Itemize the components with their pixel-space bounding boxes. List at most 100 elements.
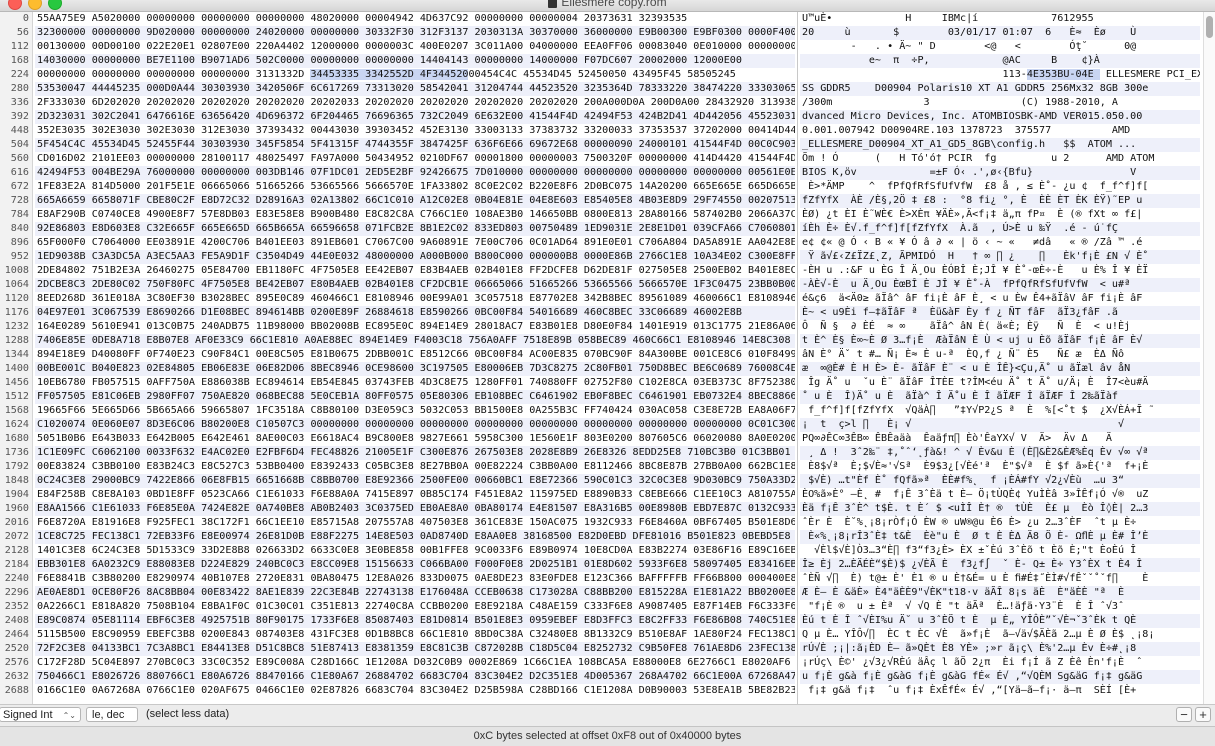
ascii-row[interactable]: t È^ È§ È∞~È Ø 3…f¡È ÆàÏâN È Ù < uj u Èõ… <box>800 334 1200 348</box>
hex-pane[interactable]: 55AA75E9 A5020000 00000000 00000000 0000… <box>35 12 795 704</box>
hex-row[interactable]: 65F000F0 C7064000 EE03891E 4200C706 B401… <box>35 236 795 250</box>
ascii-row[interactable]: Èä f¡Ê 3ˆÈ^ t$È. t È´ $ <uÌÎ È† ® tÙÈ È£… <box>800 502 1200 516</box>
hex-row[interactable]: 1C1E09FC C6062100 0033F632 E4AC02E0 E2FB… <box>35 446 795 460</box>
ascii-row[interactable]: u f¡È g&à f¡È g&àG f¡È g&àG fÉ« É√ ‚“√QÈ… <box>800 670 1200 684</box>
ascii-row[interactable]: È8$√ª È;$√È≈'√Sª È9$3¿[√Èé'ª È"$√ª È $f … <box>800 460 1200 474</box>
hex-row[interactable]: 750466C1 E8026726 880766C1 E80A6726 8847… <box>35 670 795 684</box>
ascii-row[interactable]: Õm ! Ó ( H Tó'ó† PCIR fg u 2 AMD ATOM <box>800 152 1200 166</box>
selected-bytes[interactable]: 34453335 3342552D 4F344520 <box>310 69 469 80</box>
hex-row[interactable]: 7406E85E 0DE8A718 E8B07E8 AF0E33C9 66C1E… <box>35 334 795 348</box>
ascii-row[interactable]: ¡ t ç>l ∏ È¡ √ √ <box>800 418 1200 432</box>
hex-row[interactable]: 352E3035 302E3030 302E3030 312E3030 3739… <box>35 124 795 138</box>
hex-row[interactable]: E8AA1566 C1E61033 F6E85E0A 7424E82E 0A74… <box>35 502 795 516</box>
hex-row[interactable]: 1CE8C725 FEC138C1 72EB33F6 E8E00974 26E8… <box>35 530 795 544</box>
hex-row[interactable]: C172F28D 5C04E897 270BC0C3 33C0C352 E89C… <box>35 656 795 670</box>
ascii-row[interactable]: È>*ÄMP ^ fPfQfRfSfUfVfW £8 å , ≤ È˚- ¿u … <box>800 180 1200 194</box>
ascii-row[interactable]: fZfYfX ÀÈ /È§,2Ö ‡ £8 : °8 fi¿ °, È ÈÈ È… <box>800 194 1200 208</box>
ascii-row[interactable]: -ÈH u .:&F u ÈG Î Ä¸Ou ÈÓBÎ È;JÎ ¥ È˚-œÈ… <box>800 264 1200 278</box>
ascii-row[interactable]: -ÀÈ√-È u Ä¸Ou ÈœBÎ È JÎ ¥ È˚-À fPfQfRfSf… <box>800 278 1200 292</box>
hex-row[interactable]: 0166C1E0 0A67268A 0766C1E0 020AF675 0466… <box>35 684 795 698</box>
hex-row[interactable]: FF057505 E81C06EB 2980FF07 750AE820 068B… <box>35 390 795 404</box>
hex-row[interactable]: C1020074 0E060E07 8D3E6C06 B80200E8 C105… <box>35 418 795 432</box>
ascii-row[interactable]: Îg Ä˚ u ˇu È¨ ãÏâF ÎTÈE t?ÎM<éu Ä˚ t Ä˚ … <box>800 376 1200 390</box>
hex-row[interactable]: E8AF290B C0740CE8 4900E8F7 57E8DB03 E83E… <box>35 208 795 222</box>
hex-row[interactable]: 55AA75E9 A5020000 00000000 00000000 0000… <box>35 12 795 26</box>
hex-row[interactable]: 0A2266C1 E818A820 7508B104 E8BA1F0C 01C3… <box>35 600 795 614</box>
hex-row[interactable]: AE0AE8D1 0CE80F26 8AC8BB04 00E83422 8AE1… <box>35 586 795 600</box>
ascii-row[interactable]: 20 ù $ 03/01/17 01:07 6 È≈ Èø Ù <box>800 26 1200 40</box>
ascii-row[interactable]: - . • Ä~ " D <@ < Óţ˘ 0@ <box>800 40 1200 54</box>
ascii-row[interactable]: ¸ Δ ! 3ˆ2‰¨ ‡‚˚ˆ‘˛ƒà&! ^ √ Èv&u È (È∏&È2… <box>800 446 1200 460</box>
ascii-row[interactable]: ˆÈÑ √∏ È) t@± È' È1 ® u È†&É= u È ﬁ#É‡˝È… <box>800 572 1200 586</box>
hex-row[interactable]: 894E18E9 D40080FF 0F740E23 C90F84C1 00E8… <box>35 348 795 362</box>
remove-inspector-button[interactable]: − <box>1176 707 1192 722</box>
ascii-row[interactable]: È«%˛¡8¡rÎ3ˆÈ‡ t&È Èè"u È Ø t È ÈΔ Ä8 Ö È… <box>800 530 1200 544</box>
hex-row[interactable]: F6E8720A E81916E8 F925FEC1 38C172F1 66C1… <box>35 516 795 530</box>
hex-row[interactable]: 42494F53 004BE29A 76000000 00000000 003D… <box>35 166 795 180</box>
endianness-button[interactable]: le, dec <box>86 707 138 722</box>
ascii-row[interactable]: ÈØ) ¿t ÈI È˜WÈ€ È>XÈπ ¥ÄÈ»,Ä<f¡‡ ä„π fP¤… <box>800 208 1200 222</box>
ascii-row[interactable]: ÈO%ã»È° —È˛ # f¡Ê 3ˆÈä t È— Ö¡tÙQÈ¢ YuÌÈ… <box>800 488 1200 502</box>
hex-row[interactable]: 14030000 00000000 BE7E1100 B9071AD6 502C… <box>35 54 795 68</box>
ascii-row[interactable]: e¢ ¢« @ Ó ‹ B « ¥ Ó â ∂ « | ö ‹ ~ « ≠dâ … <box>800 236 1200 250</box>
ascii-row[interactable]: PQ∞∂ÊC∞3ÊB∞ ÊBÊaäà Êaäƒπ∏ Èò'ÊaYX√ V Ä> … <box>800 432 1200 446</box>
hex-row[interactable]: 2D323031 302C2041 6476616E 63656420 4D69… <box>35 110 795 124</box>
ascii-row[interactable]: $√È) …t"Èf È˚ fQfã»ª ÈÈ#f%˛ f ¡ÈÁ#fY √2¿… <box>800 474 1200 488</box>
ascii-row[interactable]: _ELLESMERE_D00904_XT_A1_GD5_8GB\config.h… <box>800 138 1200 152</box>
hex-row[interactable]: 5115B500 E8C90959 EBEFC3B8 0200E843 0874… <box>35 628 795 642</box>
ascii-row[interactable]: f¡‡ g&ä f¡‡ ˆu f¡‡ ÈxÊfÉ« É√ ‚“[Yä–ã—f¡·… <box>800 684 1200 698</box>
hex-row[interactable]: 1401C3E8 6C24C3E8 5D1533C9 33D2E8B8 0266… <box>35 544 795 558</box>
hex-row[interactable]: 5051B0B6 E643B033 E642B005 E642E461 8AE0… <box>35 432 795 446</box>
hex-row[interactable]: 0C24C3E8 29000BC9 7422E866 06E8FB15 6651… <box>35 474 795 488</box>
ascii-row[interactable]: rÚ√È ;¡|:ã¡ÈD È— ã»QÈt È8 YÈ» ;»r ã¡ç\ È… <box>800 642 1200 656</box>
ascii-row[interactable]: Æ È— È &äÈ» È4"äÈÈ9"√ÈK"t18·v äÃÎ 8¡s äÈ… <box>800 586 1200 600</box>
ascii-row[interactable]: f_f^f]f[fZfYfX √QäÀ∏ ”‡Y√P2¿S ª È %[<˚t … <box>800 404 1200 418</box>
hex-row[interactable]: 00130000 00D00100 022E20E1 02807E00 220A… <box>35 40 795 54</box>
ascii-row[interactable]: ˆÈr È È˘%˛¡8¡rÒf¡Ó ÈW ® uW®@u È6 È> ¿u 2… <box>800 516 1200 530</box>
hex-row[interactable]: 00000000 00000000 00000000 00000000 3131… <box>35 68 795 82</box>
ascii-row[interactable]: Ô Ñ § ∂ ÈÉ ≈ ∞ ãÏâ^ âN È( ä«È; Èÿ Ñ È < … <box>800 320 1200 334</box>
hex-row[interactable]: 04E97E01 3C067539 E8690266 D1E08BEC 8946… <box>35 306 795 320</box>
ascii-row[interactable]: Ÿ ã√£‹Z£ÏZ£˛Z, ÃPMIDÓ H † ∞ ∏ ¿ ∏ Èk'f¡È… <box>800 250 1200 264</box>
hex-row[interactable]: 19665F66 5E665D66 5B665A66 59665807 1FC3… <box>35 404 795 418</box>
hex-row[interactable]: 2F333030 6D202020 20202020 20202020 2020… <box>35 96 795 110</box>
hex-row[interactable]: 1FE83E2A 814D5000 201F5E1E 06665066 5166… <box>35 180 795 194</box>
ascii-row[interactable]: √Èl$√È]Ò3…3“È∏ f3“f3¿È> ÈX ±ˇÈú 3ˆÈõ t È… <box>800 544 1200 558</box>
hex-row[interactable]: CD016D02 2101EE03 00000000 28100117 4802… <box>35 152 795 166</box>
ascii-row[interactable]: Q µ È… YÎÔ√∏ ÈC t ÈC √È ã»f¡È ã–√ä√$ÄÈã … <box>800 628 1200 642</box>
hex-row[interactable]: 53530047 44445235 000D0A44 30303930 3420… <box>35 82 795 96</box>
ascii-row[interactable]: 113-4E353BU-04E ELLESMERE PCI_EXPRE <box>800 68 1200 82</box>
hex-row[interactable]: 2DE84802 751B2E3A 26460275 05E84700 EB11… <box>35 264 795 278</box>
ascii-row[interactable]: e~ π ÷P, @AC B ¢}À <box>800 54 1200 68</box>
ascii-pane[interactable]: U™uÈ• H IBMc|í 7612955 20 ù $ 03/01/17 01… <box>800 12 1200 704</box>
hex-row[interactable]: 92E86803 E8D603E8 C32E665F 665E665D 665B… <box>35 222 795 236</box>
hex-row[interactable]: 10EB6780 FB057515 0AFF750A E886038B EC89… <box>35 376 795 390</box>
ascii-row[interactable]: È~ < u9Èi f—‡ãÏâF ª Èü&àF Èy f ¿ ÑT fâF … <box>800 306 1200 320</box>
ascii-row[interactable]: dvanced Micro Devices, Inc. ATOMBIOSBK-A… <box>800 110 1200 124</box>
hex-row[interactable]: 1ED9038B C3A3DC5A A3EC5AA3 FE5A9D1F C350… <box>35 250 795 264</box>
hex-row[interactable]: 164E0289 5610E941 013C0B75 240ADB75 11B9… <box>35 320 795 334</box>
ascii-row[interactable]: 0.001.007942 D00904RE.103 1378723 375577… <box>800 124 1200 138</box>
ascii-row[interactable]: é&ç6 ä<Ä0≥ ãÏâ^ âF fi¡È âF È¸ < u Èw Ê4+… <box>800 292 1200 306</box>
hex-row[interactable]: 2DCBE8C3 2DE80C02 750F80FC 4F7505E8 BE42… <box>35 278 795 292</box>
ascii-row[interactable]: "f¡È ® u ± Èª √ √Q È "t äÃª È…!äƒä·Y3¨È … <box>800 600 1200 614</box>
hex-row[interactable]: F6E8841B C3B80200 E8290974 40B107E8 2720… <box>35 572 795 586</box>
data-type-select[interactable]: Signed Int ⌃⌄ <box>0 707 81 722</box>
selected-ascii[interactable]: 4E353BU-04E <box>1026 69 1100 80</box>
hex-row[interactable]: 00BE001C B040E823 02E84805 EB06E83E 06E8… <box>35 362 795 376</box>
ascii-row[interactable]: íÈh È÷ È√.f_f^f]f[fZfYfX À.ã , Ú>È u ‰Ÿ … <box>800 222 1200 236</box>
hex-row[interactable]: 8EED268D 361E018A 3C80EF30 B3028BEC 895E… <box>35 292 795 306</box>
ascii-row[interactable]: Î≥ Èj 2…ÈÄÉÈ“$È)$ ¿√ÈÃ È f3¿f∫ ˇ È- Q± È… <box>800 558 1200 572</box>
add-inspector-button[interactable]: + <box>1195 707 1211 722</box>
ascii-row[interactable]: BIOS K,öv =±F Ó‹ .',ø‹{Bfu} V <box>800 166 1200 180</box>
ascii-row[interactable]: Èú t È Î ˆ√ÈI%u Ä˘ u 3ˆÈÖ t È µ È„ YÎÔÈ”… <box>800 614 1200 628</box>
hex-row[interactable]: E84F258B C8E8A103 0BD1E8FF 0523CA66 C1E6… <box>35 488 795 502</box>
ascii-row[interactable]: U™uÈ• H IBMc|í 7612955 <box>800 12 1200 26</box>
hex-row[interactable]: 72F2C3E8 04133BC1 7C3A8BC1 E84413E8 D51C… <box>35 642 795 656</box>
ascii-row[interactable]: SS GDDR5 D00904 Polaris10 XT A1 GDDR5 25… <box>800 82 1200 96</box>
hex-row[interactable]: EBB301E8 6A0232C9 E88083E8 D224E829 240B… <box>35 558 795 572</box>
ascii-row[interactable]: ¡rÚç\ È©' ¿√3¿√RÈú äÂç l ãÖ 2¿π Èi f¡Í ã… <box>800 656 1200 670</box>
ascii-row[interactable]: âN È° Äˇ t #… Ñ¡ È≈ È u-ª ÈQ,f ¿ Ñ¨ È5 Ñ… <box>800 348 1200 362</box>
hex-row[interactable]: 00E83824 C3BB0100 E83B24C3 E8C527C3 53BB… <box>35 460 795 474</box>
ascii-row[interactable]: ˚ u È Î)Ä˚ u È ãÏà^ Î Ä˚u È Î ãÏÆF Î ãÏÆ… <box>800 390 1200 404</box>
